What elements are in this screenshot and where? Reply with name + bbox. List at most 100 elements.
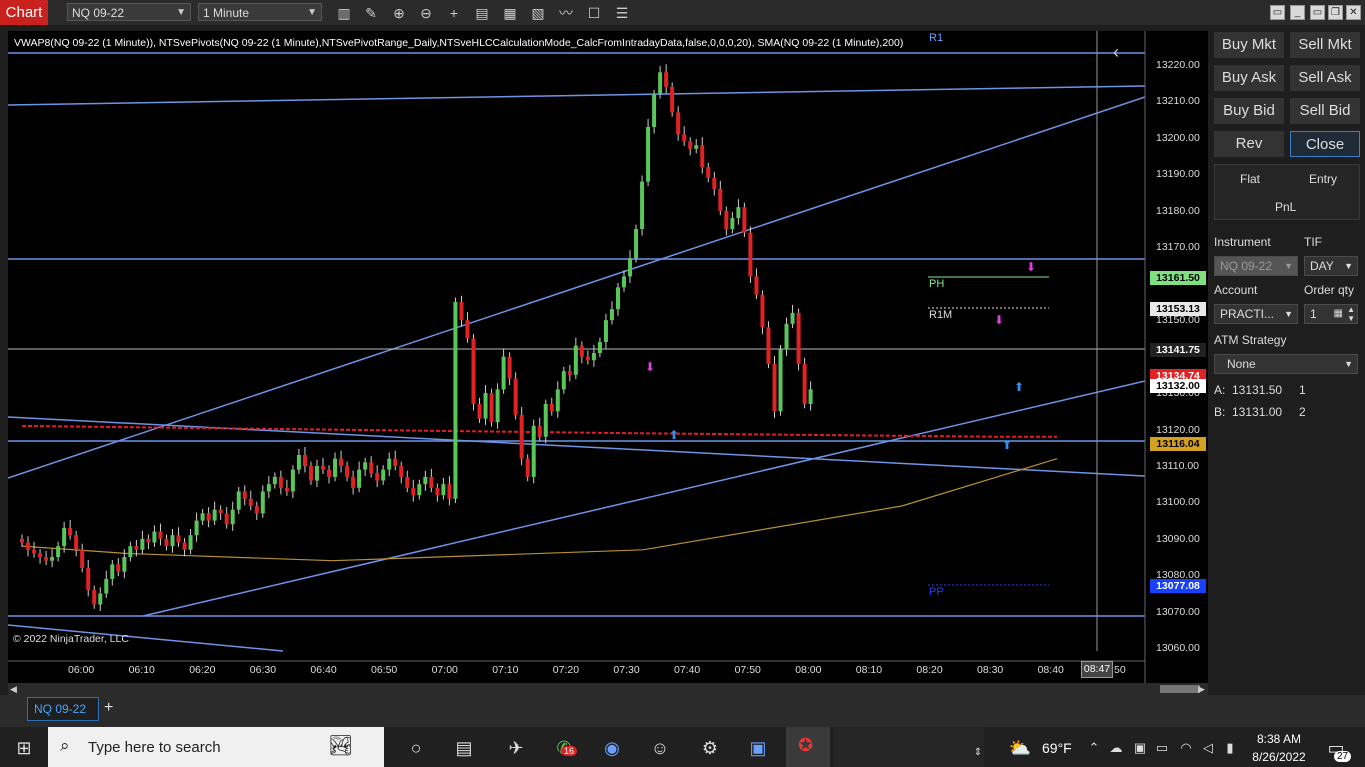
window-close-icon[interactable]: ✕	[1346, 5, 1361, 20]
ask-price: 13131.50	[1232, 383, 1283, 397]
position-box: Flat Entry PnL	[1214, 164, 1360, 220]
drawing-tools-icon[interactable]: ✎	[362, 4, 380, 22]
price-tick-label: 13150.00	[1156, 314, 1200, 327]
buy-bid-button[interactable]: Buy Bid	[1214, 98, 1284, 124]
wifi-icon[interactable]: ◠	[1174, 736, 1198, 760]
candle-body	[441, 484, 446, 496]
order-qty-stepper[interactable]: 1 ▦ ▲ ▼	[1304, 304, 1358, 324]
candle-body	[718, 188, 723, 211]
calculator-icon[interactable]: ▦	[1334, 305, 1343, 323]
candle-body	[92, 589, 97, 605]
time-tick-label: 06:10	[128, 664, 155, 676]
network-app-icon[interactable]: ✈	[504, 736, 528, 760]
chevron-down-icon: ▼	[1344, 359, 1353, 369]
zoom-in-icon[interactable]: ⊕	[390, 4, 408, 22]
sell-ask-button[interactable]: Sell Ask	[1290, 65, 1360, 91]
clock-date[interactable]: 8/26/2022	[1246, 750, 1312, 764]
add-tab-button[interactable]: +	[104, 699, 113, 717]
candle-body	[609, 309, 614, 321]
clock-time[interactable]: 8:38 AM	[1250, 732, 1308, 746]
price-chart[interactable]: ⬇ ⬆ ⬇ ⬇ ⬆ ⬆	[8, 31, 1208, 683]
scroll-left-icon[interactable]: ◀	[10, 684, 17, 695]
sell-market-button[interactable]: Sell Mkt	[1290, 32, 1360, 58]
chart-canvas[interactable]: ⬇ ⬆ ⬇ ⬇ ⬆ ⬆	[8, 31, 1208, 683]
chevron-up-down-icon[interactable]: ⇕	[966, 741, 990, 765]
time-tick-label: 07:40	[674, 664, 701, 676]
time-tick-label: 07:10	[492, 664, 519, 676]
candle-body	[212, 509, 217, 521]
scrollbar-thumb[interactable]	[1160, 685, 1200, 693]
candle-body	[778, 349, 783, 412]
candle-body	[218, 509, 223, 514]
chart-scrollbar[interactable]: ◀ ▶	[8, 683, 1208, 695]
candle-body	[339, 458, 344, 466]
candle-body	[116, 564, 121, 572]
sell-bid-button[interactable]: Sell Bid	[1290, 98, 1360, 124]
onedrive-icon[interactable]: ☁	[1104, 736, 1128, 760]
ask-qty: 1	[1299, 383, 1306, 397]
scroll-right-icon[interactable]: ▶	[1198, 684, 1205, 695]
templates-icon[interactable]: ☐	[585, 4, 603, 22]
atm-strategy-select[interactable]: None ▼	[1214, 354, 1358, 374]
time-tick-label: 07:50	[734, 664, 761, 676]
cortana-icon[interactable]: ○	[404, 736, 428, 760]
candle-body	[495, 389, 500, 423]
candle-body	[760, 294, 765, 328]
price-tick-label: 13120.00	[1156, 423, 1200, 436]
window-tile-icon[interactable]: ▭	[1270, 5, 1285, 20]
tif-select[interactable]: DAY ▼	[1304, 256, 1358, 276]
zoom-out-icon[interactable]: ⊖	[417, 4, 435, 22]
stepper-arrows-icon[interactable]: ▲ ▼	[1347, 305, 1355, 323]
chart-trader-icon[interactable]: ▧	[529, 4, 547, 22]
tab-nq-09-22[interactable]: NQ 09-22	[27, 697, 99, 721]
window-maximize-icon[interactable]: ❐	[1328, 5, 1343, 20]
photos-icon[interactable]: ▣	[746, 736, 770, 760]
close-button[interactable]: Close	[1290, 131, 1360, 157]
instrument-label: Instrument	[1214, 235, 1271, 249]
candle-body	[302, 455, 307, 466]
bar-type-icon[interactable]: ▥	[335, 4, 353, 22]
time-tick-label: 07:20	[552, 664, 580, 676]
volume-icon[interactable]: ◁	[1196, 736, 1220, 760]
chevron-left-icon[interactable]: ‹	[1113, 42, 1119, 63]
network-icon[interactable]: ▭	[1150, 736, 1174, 760]
avatar-app-icon[interactable]: ☺	[648, 736, 672, 760]
properties-icon[interactable]: ☰	[613, 4, 631, 22]
instrument-field[interactable]: NQ 09-22 ▼	[1214, 256, 1298, 276]
windows-start-icon[interactable]: ⊞	[12, 736, 36, 760]
pp-label: PP	[929, 586, 944, 598]
window-restore-icon[interactable]: ▭	[1310, 5, 1325, 20]
buy-ask-button[interactable]: Buy Ask	[1214, 65, 1284, 91]
instrument-selector[interactable]: NQ 09-22 ▼	[67, 3, 191, 21]
taskbar-empty-area	[834, 727, 984, 767]
chevron-down-icon: ▼	[1284, 309, 1293, 319]
settings-icon[interactable]: ⚙	[698, 736, 722, 760]
window-minimize-icon[interactable]: _	[1290, 5, 1305, 20]
price-badge: 13141.75	[1150, 343, 1206, 358]
indicators-icon[interactable]: ▦	[501, 4, 519, 22]
candle-body	[417, 484, 422, 496]
indicator-legend: VWAP8(NQ 09-22 (1 Minute)), NTSvePivots(…	[14, 37, 904, 49]
ninjatrader-taskbar-button[interactable]: ✪	[786, 727, 830, 767]
price-tick-label: 13170.00	[1156, 241, 1200, 254]
buy-market-button[interactable]: Buy Mkt	[1214, 32, 1284, 58]
weather-icon[interactable]: ⛅	[1008, 736, 1032, 760]
crosshair-icon[interactable]: +	[445, 4, 463, 22]
quickbooks-icon[interactable]: ◉	[600, 736, 624, 760]
camera-icon[interactable]: ▣	[1128, 736, 1152, 760]
candle-body	[381, 469, 386, 481]
chart-title-tab[interactable]: Chart	[0, 0, 48, 25]
strategies-icon[interactable]: 〰	[557, 4, 575, 22]
task-view-icon[interactable]: ▤	[452, 736, 476, 760]
candle-body	[200, 513, 205, 521]
price-tick-label: 13210.00	[1156, 95, 1200, 108]
taskbar-search-box[interactable]: ⌕ Type here to search 🏞	[48, 727, 384, 767]
weather-temperature: 69°F	[1042, 740, 1072, 756]
interval-selector[interactable]: 1 Minute ▼	[198, 3, 322, 21]
account-select[interactable]: PRACTI... ▼	[1214, 304, 1298, 324]
candle-body	[182, 542, 187, 550]
reverse-button[interactable]: Rev	[1214, 131, 1284, 157]
data-box-icon[interactable]: ▤	[473, 4, 491, 22]
battery-icon[interactable]: ▮	[1218, 736, 1242, 760]
system-tray-up-icon[interactable]: ⌃	[1082, 736, 1106, 760]
